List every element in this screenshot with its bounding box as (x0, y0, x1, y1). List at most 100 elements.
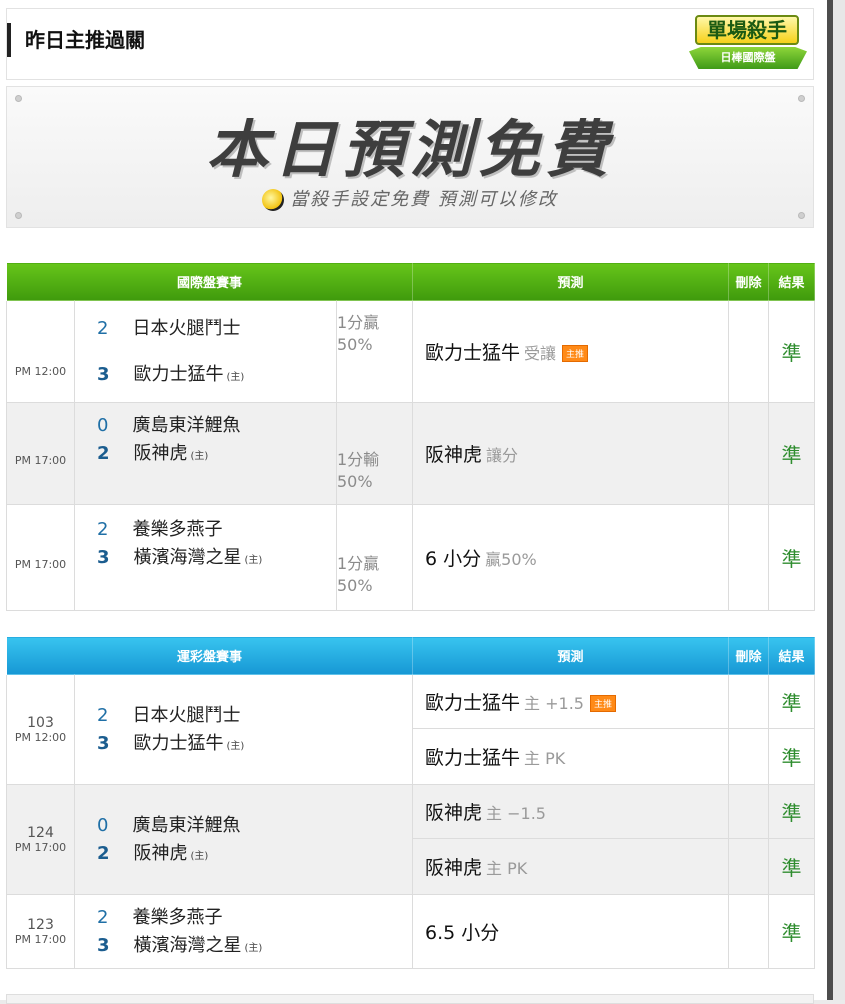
delete-cell[interactable] (728, 674, 770, 729)
section-title: 昨日主推過關 (7, 23, 145, 57)
column-header: 刪除 (728, 262, 769, 301)
prediction-team: 歐力士猛牛 (425, 747, 521, 769)
delete-cell[interactable] (728, 300, 769, 403)
game-code-time: 103 PM 12:00 (6, 674, 75, 785)
result: 準 (768, 728, 816, 785)
home-team[interactable]: 歐力士猛牛 (134, 364, 224, 385)
home-score: 3 (97, 363, 110, 385)
delete-cell[interactable] (728, 784, 770, 839)
away-team[interactable]: 養樂多燕子 (132, 519, 222, 540)
lightbulb-icon (262, 189, 285, 211)
main-pick-tag: 主推 (562, 345, 589, 362)
banner-subtitle-text: 當殺手設定免費 預測可以修改 (290, 189, 558, 210)
host-mark: (主) (244, 942, 263, 954)
prediction: 歐力士猛牛主 PK (412, 728, 730, 785)
delete-cell[interactable] (728, 838, 770, 895)
prediction-team: 阪神虎 (425, 802, 483, 824)
prediction: 歐力士猛牛 受讓 主推 (412, 300, 729, 403)
delete-cell[interactable] (728, 894, 770, 969)
prediction-detail: 主 +1.5 (524, 694, 584, 713)
host-mark: (主) (226, 740, 245, 752)
home-score: 3 (97, 934, 110, 956)
host-mark: (主) (244, 554, 263, 566)
prediction-detail: 讓分 (486, 446, 519, 465)
home-team[interactable]: 歐力士猛牛 (134, 733, 224, 754)
home-team[interactable]: 阪神虎 (134, 443, 188, 464)
prediction-team: 阪神虎 (425, 444, 483, 466)
scrollbar[interactable] (827, 0, 845, 1000)
result: 準 (768, 300, 815, 403)
killer-badge: 單場殺手 日棒國際盤 (689, 11, 807, 71)
column-header: 預測 (412, 636, 730, 675)
table-row[interactable]: 124 PM 17:00 0 廣島東洋鯉魚 2 阪神虎 (主) 阪神虎主 −1.5 準 (6, 784, 816, 895)
prediction-team: 6.5 小分 (425, 922, 500, 944)
column-header: 結果 (768, 262, 815, 301)
table-row[interactable]: PM 17:00 0 廣島東洋鯉魚 2 阪神虎 (主) 1分輸 50% 阪神虎 讓分 準 (6, 402, 815, 505)
prediction: 6.5 小分 (412, 894, 730, 969)
matchup: 0 廣島東洋鯉魚 2 阪神虎 (主) (74, 402, 337, 505)
prediction: 阪神虎主 PK (412, 838, 730, 895)
delete-cell[interactable] (728, 402, 769, 505)
next-section (6, 994, 814, 1004)
prediction-team: 歐力士猛牛 (425, 692, 521, 714)
prediction-detail: 主 PK (524, 749, 566, 768)
banner-subtitle: 當殺手設定免費 預測可以修改 (7, 185, 813, 211)
badge-ribbon: 日棒國際盤 (689, 47, 807, 69)
prediction-detail: 主 PK (486, 859, 528, 878)
host-mark: (主) (190, 850, 209, 862)
game-time: PM 12:00 (6, 300, 75, 403)
table-header-row: 國際盤賽事 預測 刪除 結果 (6, 262, 815, 301)
home-team[interactable]: 橫濱海灣之星 (134, 935, 242, 956)
table-row[interactable]: PM 12:00 2 日本火腿鬥士 3 歐力士猛牛 (主) 1分贏 50% 歐力士猛牛受… (6, 300, 815, 403)
table-row[interactable]: 103 PM 12:00 2 日本火腿鬥士 3 歐力士猛牛 (主) 歐力士猛牛主 +1… (6, 674, 816, 785)
lottery-games-table: 運彩盤賽事 預測 刪除 結果 103 PM 12:00 2 日本火腿鬥士 3 歐力士… (5, 636, 816, 969)
table-row[interactable]: PM 17:00 2 養樂多燕子 3 橫濱海灣之星 (主) 1分贏 50% 6 小分 贏5… (6, 504, 815, 611)
home-score: 2 (97, 442, 110, 464)
matchup: 2 日本火腿鬥士 3 歐力士猛牛 (主) (73, 674, 414, 785)
game-code-time: 124 PM 17:00 (6, 784, 75, 895)
main-pick-tag: 主推 (589, 695, 616, 712)
away-team[interactable]: 養樂多燕子 (132, 907, 222, 928)
home-team[interactable]: 阪神虎 (134, 843, 188, 864)
prediction: 歐力士猛牛主 +1.5 主推 (412, 674, 730, 729)
result: 準 (768, 838, 816, 895)
host-mark: (主) (190, 450, 209, 462)
result: 準 (768, 504, 815, 611)
away-score: 2 (97, 906, 109, 928)
odds: 1分輸 50% (336, 402, 413, 505)
game-code-time: 123 PM 17:00 (6, 894, 75, 969)
badge-title: 單場殺手 (695, 15, 799, 45)
delete-cell[interactable] (728, 728, 770, 785)
game-time: PM 17:00 (6, 402, 75, 505)
result: 準 (768, 402, 815, 505)
column-header: 刪除 (728, 636, 770, 675)
rivet-icon (15, 212, 22, 219)
home-score: 2 (97, 842, 110, 864)
table-row[interactable]: 123 PM 17:00 2 養樂多燕子 3 橫濱海灣之星 (主) 6.5 小分 準 (6, 894, 816, 969)
column-header: 國際盤賽事 (6, 262, 413, 301)
away-team[interactable]: 廣島東洋鯉魚 (132, 815, 240, 836)
rivet-icon (798, 212, 805, 219)
column-header: 預測 (412, 262, 729, 301)
prediction: 6 小分 贏50% (412, 504, 729, 611)
home-score: 3 (97, 732, 110, 754)
prediction-detail: 贏50% (485, 550, 537, 569)
away-score: 2 (97, 704, 109, 726)
host-mark: (主) (226, 371, 245, 383)
prediction-detail: 主 −1.5 (486, 804, 546, 823)
column-header: 運彩盤賽事 (5, 636, 414, 675)
banner-title: 本日預測免費 (205, 113, 614, 186)
away-team[interactable]: 日本火腿鬥士 (132, 318, 240, 339)
prediction-team: 6 小分 (425, 548, 482, 570)
odds: 1分贏 50% (336, 300, 413, 403)
home-team[interactable]: 橫濱海灣之星 (134, 547, 242, 568)
home-score: 3 (97, 546, 110, 568)
result: 準 (768, 894, 816, 969)
section-header: 昨日主推過關 單場殺手 日棒國際盤 (6, 8, 814, 80)
delete-cell[interactable] (728, 504, 769, 611)
free-prediction-banner: 本日預測免費 當殺手設定免費 預測可以修改 (6, 86, 814, 228)
away-team[interactable]: 日本火腿鬥士 (132, 705, 240, 726)
prediction-detail: 受讓 (524, 344, 557, 363)
table-header-row: 運彩盤賽事 預測 刪除 結果 (5, 636, 816, 675)
away-team[interactable]: 廣島東洋鯉魚 (132, 415, 240, 436)
